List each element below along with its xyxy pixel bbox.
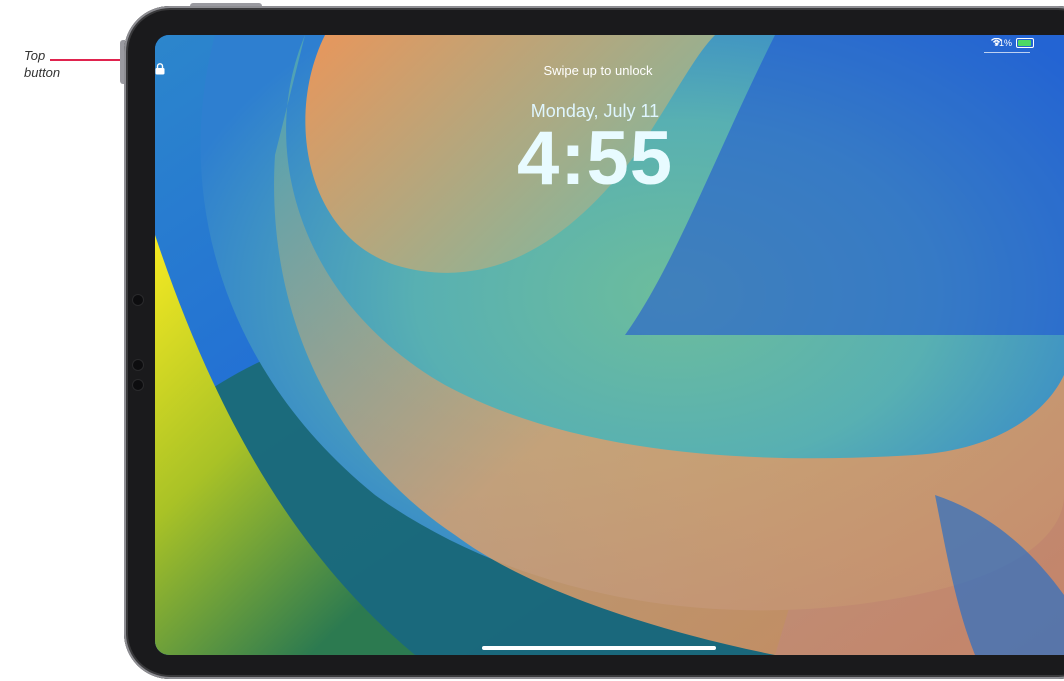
battery-icon — [1016, 38, 1034, 48]
lock-screen[interactable]: 91% Swipe up to unlock Monday, July 11 4… — [155, 35, 1064, 655]
callout-label: Top button — [24, 48, 61, 80]
camera-sensor — [133, 380, 143, 390]
home-indicator[interactable] — [482, 646, 716, 650]
status-indicator-line — [984, 52, 1030, 53]
camera-sensor — [133, 360, 143, 370]
unlock-hint: Swipe up to unlock — [155, 63, 1035, 78]
unlock-hint-text: Swipe up to unlock — [543, 63, 653, 78]
callout-line — [50, 59, 122, 61]
status-bar: 91% — [990, 38, 1034, 48]
camera-sensor — [133, 295, 143, 305]
lock-time: 4:55 — [516, 116, 674, 201]
